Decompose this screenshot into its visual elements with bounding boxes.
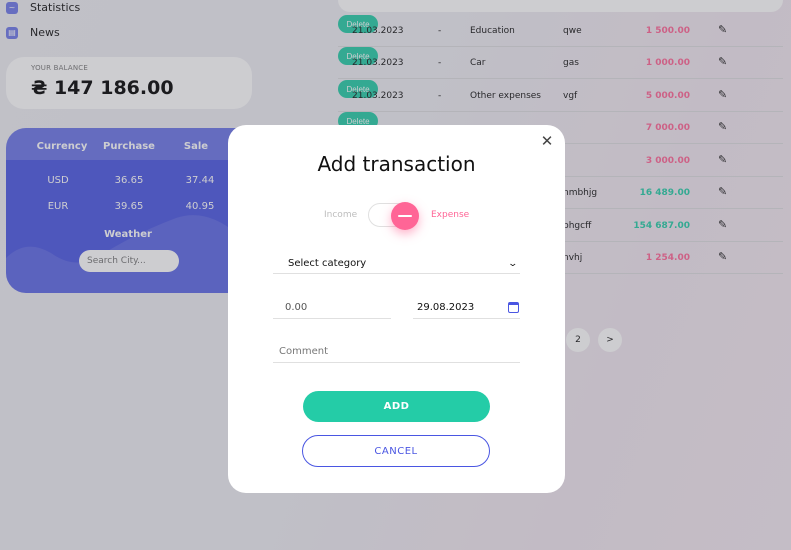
comment-field[interactable]: Comment [273,340,520,363]
chevron-down-icon: ⌄ [507,258,519,269]
amount-field[interactable]: 0.00 [273,297,391,319]
date-field[interactable]: 29.08.2023 [413,297,520,319]
toggle-income-label[interactable]: Income [324,210,357,220]
date-value: 29.08.2023 [417,302,475,313]
add-transaction-modal: ✕ Add transaction Income Expense Select … [228,125,565,493]
category-select[interactable]: Select category ⌄ [273,254,520,274]
amount-placeholder: 0.00 [285,302,308,313]
add-button[interactable]: ADD [303,391,490,422]
comment-placeholder: Comment [279,345,328,357]
modal-title: Add transaction [317,152,476,176]
calendar-icon[interactable] [508,302,519,313]
category-select-value: Select category [288,258,367,269]
cancel-button[interactable]: CANCEL [302,435,490,467]
minus-icon[interactable] [391,202,419,230]
toggle-expense-label[interactable]: Expense [431,210,469,220]
close-icon[interactable]: ✕ [539,133,555,149]
